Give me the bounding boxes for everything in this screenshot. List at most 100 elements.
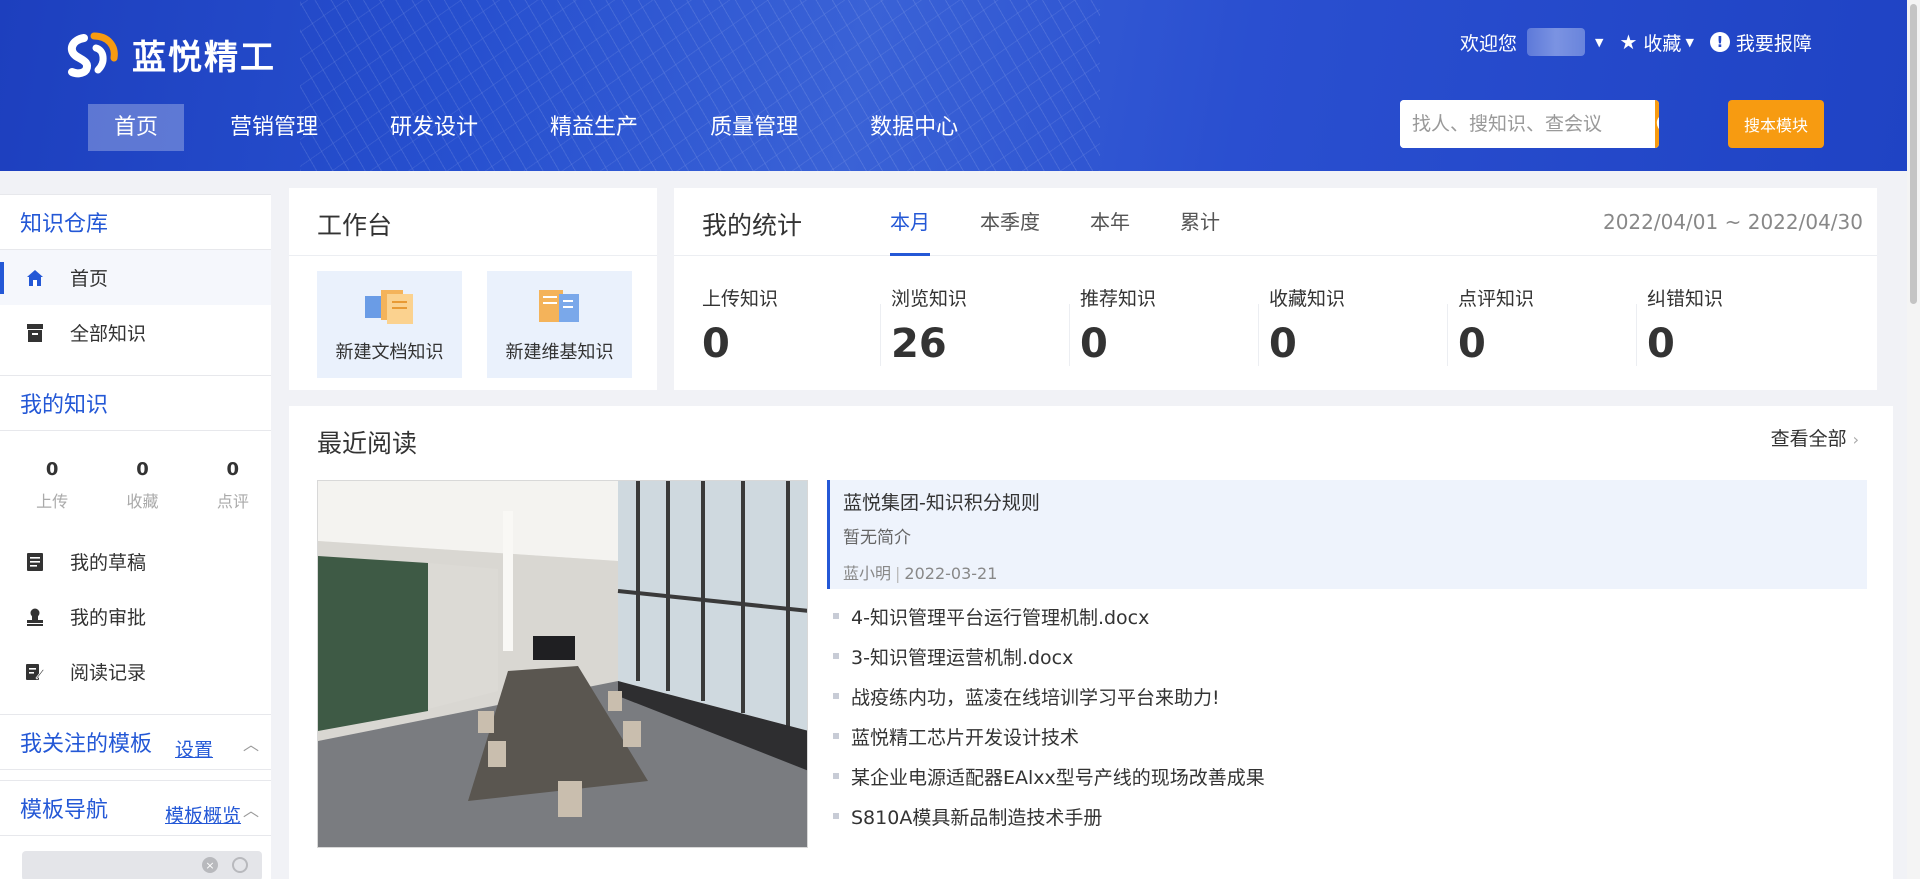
nav-data-center[interactable]: 数据中心 xyxy=(844,104,984,151)
list-item[interactable]: 战疫练内功，蓝凌在线培训学习平台来助力! xyxy=(833,676,1265,716)
stat-comments[interactable]: 0 点评 xyxy=(195,459,271,512)
document-stack-icon xyxy=(364,290,413,324)
stat-recommended[interactable]: 推荐知识 0 xyxy=(1080,284,1269,367)
tab-cumulative[interactable]: 累计 xyxy=(1180,188,1220,256)
nav-quality[interactable]: 质量管理 xyxy=(684,104,824,151)
stat-value: 0 xyxy=(1269,321,1297,367)
template-search-input[interactable]: × xyxy=(22,851,262,879)
search-input[interactable] xyxy=(1400,100,1655,148)
sidebar-item-label: 我的草稿 xyxy=(70,552,147,574)
stat-label: 纠错知识 xyxy=(1647,288,1724,310)
stat-value: 0 xyxy=(1080,321,1108,367)
stats-tabs: 本月 本季度 本年 累计 xyxy=(890,188,1270,256)
welcome-text: 欢迎您 xyxy=(1460,32,1518,55)
date-range: 2022/04/01 ~ 2022/04/30 xyxy=(1602,210,1863,234)
stat-favorited[interactable]: 收藏知识 0 xyxy=(1269,284,1458,367)
stat-value: 0 xyxy=(1647,321,1675,367)
sidebar-item-approvals[interactable]: 我的审批 xyxy=(0,589,271,644)
stat-reviewed[interactable]: 点评知识 0 xyxy=(1458,284,1647,367)
recent-reading-card: 最近阅读 查看全部 › 蓝悦集团-知识积分规则 暂无简介 蓝小明 | 2022-… xyxy=(289,406,1893,879)
nav-marketing[interactable]: 营销管理 xyxy=(204,104,344,151)
nav-home[interactable]: 首页 xyxy=(88,104,185,151)
template-overview-link[interactable]: 模板概览 xyxy=(165,801,241,828)
item-title: 3-知识管理运营机制.docx xyxy=(851,646,1074,669)
divider xyxy=(1447,304,1448,366)
wiki-pages-icon xyxy=(538,290,579,322)
stat-corrected[interactable]: 纠错知识 0 xyxy=(1647,284,1836,367)
stat-value: 26 xyxy=(891,321,947,367)
workbench-card: 工作台 新建文档知识 新建维基知识 xyxy=(289,188,657,390)
divider xyxy=(1069,304,1070,366)
search-icon[interactable] xyxy=(232,857,248,873)
report-issue-link[interactable]: 我要报障 xyxy=(1736,29,1812,56)
bullet xyxy=(833,613,839,619)
sidebar-item-label: 我的审批 xyxy=(70,607,147,629)
chevron-down-icon[interactable]: ▼ xyxy=(1685,36,1693,49)
tab-this-quarter[interactable]: 本季度 xyxy=(980,188,1040,256)
stat-upload[interactable]: 0 上传 xyxy=(14,459,90,512)
search-module-button[interactable]: 搜本模块 xyxy=(1728,100,1824,148)
logo[interactable]: 蓝悦精工 xyxy=(64,30,276,79)
stat-label: 收藏 xyxy=(126,492,159,511)
list-item[interactable]: 某企业电源适配器EAlxx型号产线的现场改善成果 xyxy=(833,756,1265,796)
stat-label: 点评知识 xyxy=(1458,288,1535,310)
list-item[interactable]: S810A模具新品制造技术手册 xyxy=(833,796,1265,836)
stat-value: 0 xyxy=(136,459,149,480)
stat-label: 浏览知识 xyxy=(891,288,968,310)
nav-rnd[interactable]: 研发设计 xyxy=(364,104,504,151)
featured-meta: 蓝小明 | 2022-03-21 xyxy=(843,564,998,583)
featured-article[interactable]: 蓝悦集团-知识积分规则 暂无简介 蓝小明 | 2022-03-21 xyxy=(827,480,1867,589)
sidebar-section-template-nav: 模板导航 模板概览 ︿ xyxy=(0,780,271,836)
sidebar-item-drafts[interactable]: 我的草稿 xyxy=(0,534,271,589)
featured-author: 蓝小明 xyxy=(843,564,892,583)
chevron-up-icon[interactable]: ︿ xyxy=(243,731,259,755)
featured-desc: 暂无简介 xyxy=(843,528,911,548)
sidebar-item-label: 首页 xyxy=(70,268,109,290)
sidebar-item-label: 全部知识 xyxy=(70,323,147,345)
chevron-down-icon[interactable]: ▼ xyxy=(1595,36,1603,49)
page-scrollbar[interactable] xyxy=(1907,0,1920,879)
stat-uploaded[interactable]: 上传知识 0 xyxy=(702,284,891,367)
sidebar-item-label: 阅读记录 xyxy=(70,662,147,684)
edit-document-icon xyxy=(24,663,46,681)
sidebar-item-home[interactable]: 首页 xyxy=(0,250,271,305)
exclamation-icon: ! xyxy=(1709,32,1730,52)
list-item[interactable]: 蓝悦精工芯片开发设计技术 xyxy=(833,716,1265,756)
new-wiki-knowledge-button[interactable]: 新建维基知识 xyxy=(487,271,632,378)
list-item[interactable]: 3-知识管理运营机制.docx xyxy=(833,636,1265,676)
settings-link[interactable]: 设置 xyxy=(175,735,213,762)
divider xyxy=(880,304,881,366)
list-item[interactable]: 4-知识管理平台运行管理机制.docx xyxy=(833,596,1265,636)
favorites-menu[interactable]: 收藏 xyxy=(1643,29,1681,56)
home-icon xyxy=(24,269,46,287)
sidebar-item-all-knowledge[interactable]: 全部知识 xyxy=(0,305,271,360)
recent-title: 最近阅读 xyxy=(317,429,418,458)
new-doc-knowledge-button[interactable]: 新建文档知识 xyxy=(317,271,462,378)
stat-viewed[interactable]: 浏览知识 26 xyxy=(891,284,1080,367)
global-search xyxy=(1400,100,1659,148)
view-all-label: 查看全部 xyxy=(1770,428,1847,450)
stat-value: 0 xyxy=(702,321,730,367)
tab-this-year[interactable]: 本年 xyxy=(1090,188,1130,256)
search-button[interactable] xyxy=(1655,100,1659,148)
item-title: 蓝悦精工芯片开发设计技术 xyxy=(851,726,1080,749)
user-name-blurred[interactable] xyxy=(1527,28,1586,56)
view-all-link[interactable]: 查看全部 › xyxy=(1771,424,1859,451)
item-title: S810A模具新品制造技术手册 xyxy=(851,806,1103,829)
stat-value: 0 xyxy=(226,459,240,480)
bullet xyxy=(833,813,839,819)
divider xyxy=(1636,304,1637,366)
top-header: 蓝悦精工 首页 营销管理 研发设计 精益生产 质量管理 数据中心 欢迎您 ▼ ★… xyxy=(0,0,1907,171)
conference-room-image[interactable] xyxy=(317,480,808,848)
user-toolbar: 欢迎您 ▼ ★ 收藏 ▼ ! 我要报障 xyxy=(1460,28,1812,56)
clear-icon[interactable]: × xyxy=(202,857,218,873)
tab-this-month[interactable]: 本月 xyxy=(890,188,930,256)
chevron-up-icon[interactable]: ︿ xyxy=(243,797,259,821)
star-icon[interactable]: ★ xyxy=(1619,30,1637,54)
stat-label: 收藏知识 xyxy=(1269,288,1346,310)
scrollbar-thumb[interactable] xyxy=(1910,4,1917,304)
stat-favorites[interactable]: 0 收藏 xyxy=(104,459,180,512)
stat-label: 推荐知识 xyxy=(1080,288,1157,310)
sidebar-item-reading-log[interactable]: 阅读记录 xyxy=(0,644,271,699)
nav-lean-production[interactable]: 精益生产 xyxy=(524,104,664,151)
